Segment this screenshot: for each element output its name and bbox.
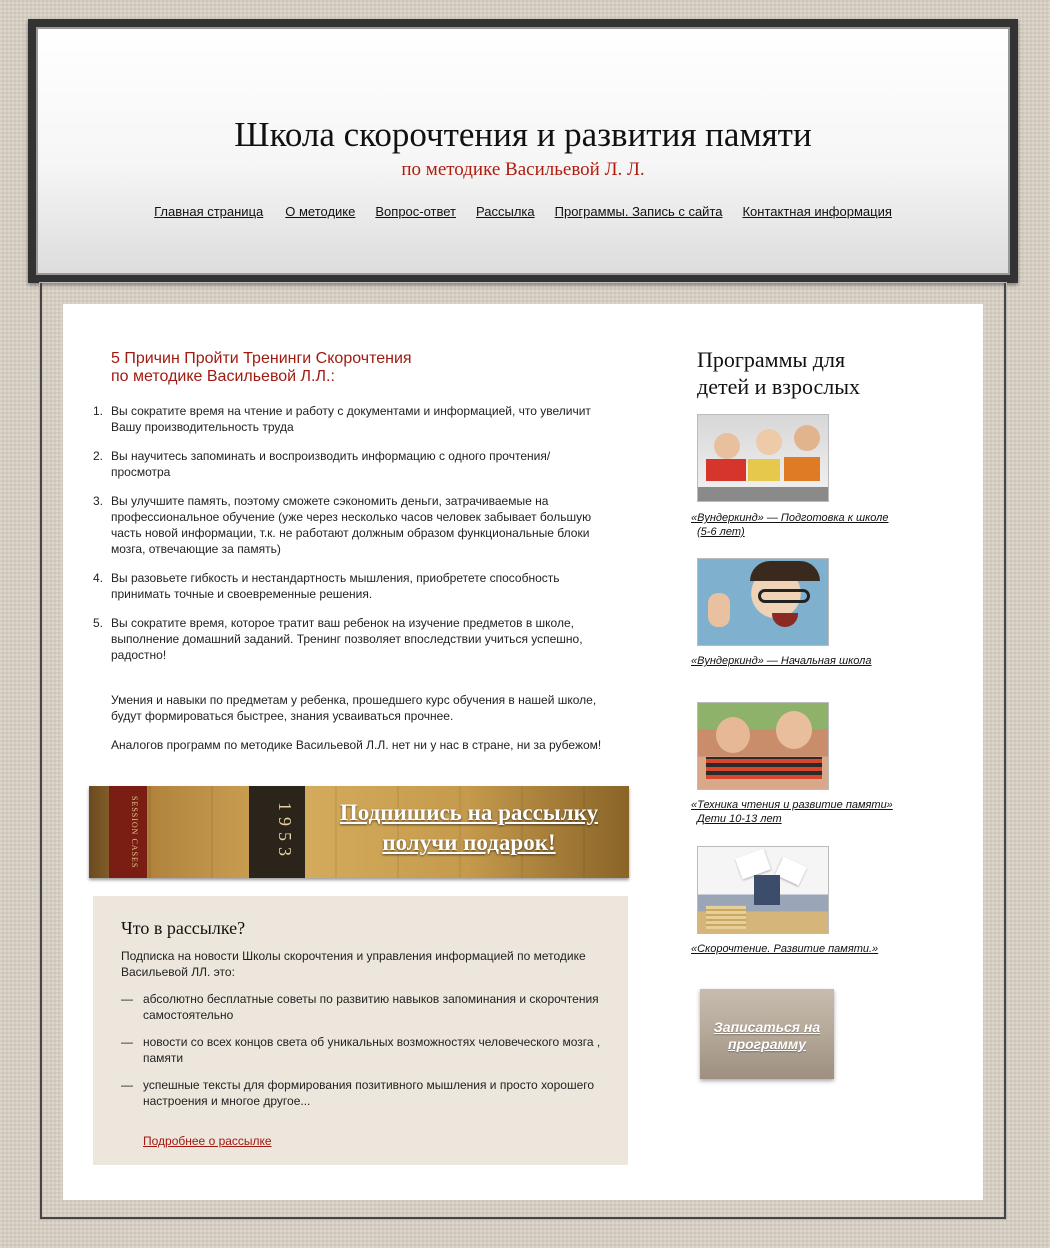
book-spine-year: 1953 [275, 802, 295, 862]
list-number: 2. [92, 449, 103, 463]
program-link-reading-technique[interactable]: «Техника чтения и развитие памяти» Дети … [691, 798, 931, 826]
newsletter-more-link[interactable]: Подробнее о рассылке [143, 1134, 272, 1148]
program-link-line1: «Вундеркинд» — Подготовка к школе [691, 512, 889, 524]
program-thumbnail-two-kids[interactable] [697, 702, 829, 790]
program-link-primary-school[interactable]: «Вундеркинд» — Начальная школа [691, 654, 931, 668]
programs-heading-line1: Программы для [697, 347, 846, 372]
dash-bullet: — [121, 992, 133, 1006]
newsletter-intro: Подписка на новости Школы скорочтения и … [121, 949, 586, 979]
list-number: 5. [92, 616, 103, 630]
paper-stack-image [706, 905, 746, 929]
child-figure [776, 711, 812, 749]
person-figure [754, 875, 780, 905]
banner-text[interactable]: Подпишись на рассылку получи подарок! [319, 798, 619, 858]
programs-heading-line2: детей и взрослых [697, 374, 861, 399]
list-item: 5. Вы сократите время, которое тратит ваш… [89, 615, 609, 663]
nav-home[interactable]: Главная страница [154, 204, 263, 219]
program-link-line1: «Вундеркинд» — Начальная школа [691, 655, 872, 667]
banner-line2: получи подарок! [382, 830, 556, 855]
reasons-heading-line2: по методике Васильевой Л.Л.: [111, 368, 335, 385]
newsletter-list: — абсолютно бесплатные советы по развитию… [121, 991, 601, 1120]
hand-image [708, 593, 730, 627]
program-link-speed-reading[interactable]: «Скорочтение. Развитие памяти.» [691, 942, 931, 956]
book-spine-text: SESSION CASES [130, 795, 139, 869]
reasons-list: 1. Вы сократите время на чтение и работу … [89, 403, 609, 676]
list-number: 1. [92, 404, 103, 418]
site-title: Школа скорочтения и развития памяти [234, 115, 812, 154]
nav-newsletter[interactable]: Рассылка [476, 204, 535, 219]
skills-paragraph: Умения и навыки по предметам у ребенка, … [111, 693, 597, 723]
dash-bullet: — [121, 1035, 133, 1049]
list-number: 4. [92, 571, 103, 585]
nav-about-method[interactable]: О методике [285, 204, 355, 219]
child-figure [794, 425, 820, 451]
list-item-text: Вы улучшите память, поэтому сможете сэко… [111, 494, 592, 556]
programs-heading: Программы для детей и взрослых [697, 346, 917, 400]
program-thumbnail-boy-glasses[interactable] [697, 558, 829, 646]
signup-button[interactable]: Записаться на программу [700, 989, 834, 1079]
newsletter-title: Что в рассылке? [121, 918, 246, 938]
list-item-text: успешные тексты для формирования позитив… [143, 1078, 595, 1108]
program-link-line1: «Техника чтения и развитие памяти» [691, 799, 893, 811]
signup-button-label: Записаться на программу [713, 1019, 821, 1052]
list-item: 2. Вы научитесь запоминать и воспроизводи… [89, 448, 609, 480]
program-link-line2: Дети 10-13 лет [697, 813, 782, 825]
striped-shirt-image [706, 757, 822, 779]
book-image [784, 457, 820, 481]
main-nav: Главная страница О методике Вопрос-ответ… [36, 204, 1010, 219]
list-item: — новости со всех концов света об уникаль… [121, 1034, 601, 1066]
child-figure [756, 429, 782, 455]
newsletter-box: Что в рассылке? Подписка на новости Школ… [93, 896, 628, 1165]
book-image [706, 459, 746, 481]
list-item-text: Вы сократите время, которое тратит ваш р… [111, 616, 583, 662]
program-link-line1: «Скорочтение. Развитие памяти.» [691, 943, 879, 955]
program-thumbnail-kids-reading[interactable] [697, 414, 829, 502]
list-item: — успешные тексты для формирования позити… [121, 1077, 601, 1109]
program-link-preschool[interactable]: «Вундеркинд» — Подготовка к школе (5-6 л… [691, 511, 931, 539]
unique-paragraph: Аналогов программ по методике Васильевой… [111, 738, 602, 752]
child-figure [716, 717, 750, 753]
content-area: 5 Причин Пройти Тренинги Скорочтения по … [63, 304, 983, 1200]
nav-programs[interactable]: Программы. Запись с сайта [555, 204, 723, 219]
list-item-text: новости со всех концов света об уникальн… [143, 1035, 601, 1065]
list-item-text: Вы разовьете гибкость и нестандартность … [111, 571, 560, 601]
subscribe-banner[interactable]: SESSION CASES 1953 Подпишись на рассылку… [89, 786, 629, 878]
mouth-image [772, 613, 798, 627]
list-number: 3. [92, 494, 103, 508]
glasses-image [758, 589, 810, 603]
program-thumbnail-paperwork[interactable] [697, 846, 829, 934]
child-figure [714, 433, 740, 459]
nav-faq[interactable]: Вопрос-ответ [375, 204, 456, 219]
book-image [748, 459, 780, 481]
site-header: Школа скорочтения и развития памяти по м… [28, 19, 1018, 283]
site-subtitle: по методике Васильевой Л. Л. [401, 159, 645, 180]
dash-bullet: — [121, 1078, 133, 1092]
nav-contacts[interactable]: Контактная информация [742, 204, 891, 219]
list-item: — абсолютно бесплатные советы по развитию… [121, 991, 601, 1023]
reasons-heading-line1: 5 Причин Пройти Тренинги Скорочтения [111, 350, 412, 367]
banner-line1: Подпишись на рассылку [339, 800, 599, 825]
list-item: 3. Вы улучшите память, поэтому сможете сэ… [89, 493, 609, 557]
bench-image [698, 487, 828, 501]
list-item: 1. Вы сократите время на чтение и работу … [89, 403, 609, 435]
list-item: 4. Вы разовьете гибкость и нестандартност… [89, 570, 609, 602]
reasons-heading: 5 Причин Пройти Тренинги Скорочтения по … [111, 350, 511, 386]
program-link-line2: (5-6 лет) [697, 526, 745, 538]
list-item-text: Вы научитесь запоминать и воспроизводить… [111, 449, 551, 479]
hair-image [750, 561, 820, 581]
list-item-text: абсолютно бесплатные советы по развитию … [143, 992, 599, 1022]
list-item-text: Вы сократите время на чтение и работу с … [111, 404, 591, 434]
